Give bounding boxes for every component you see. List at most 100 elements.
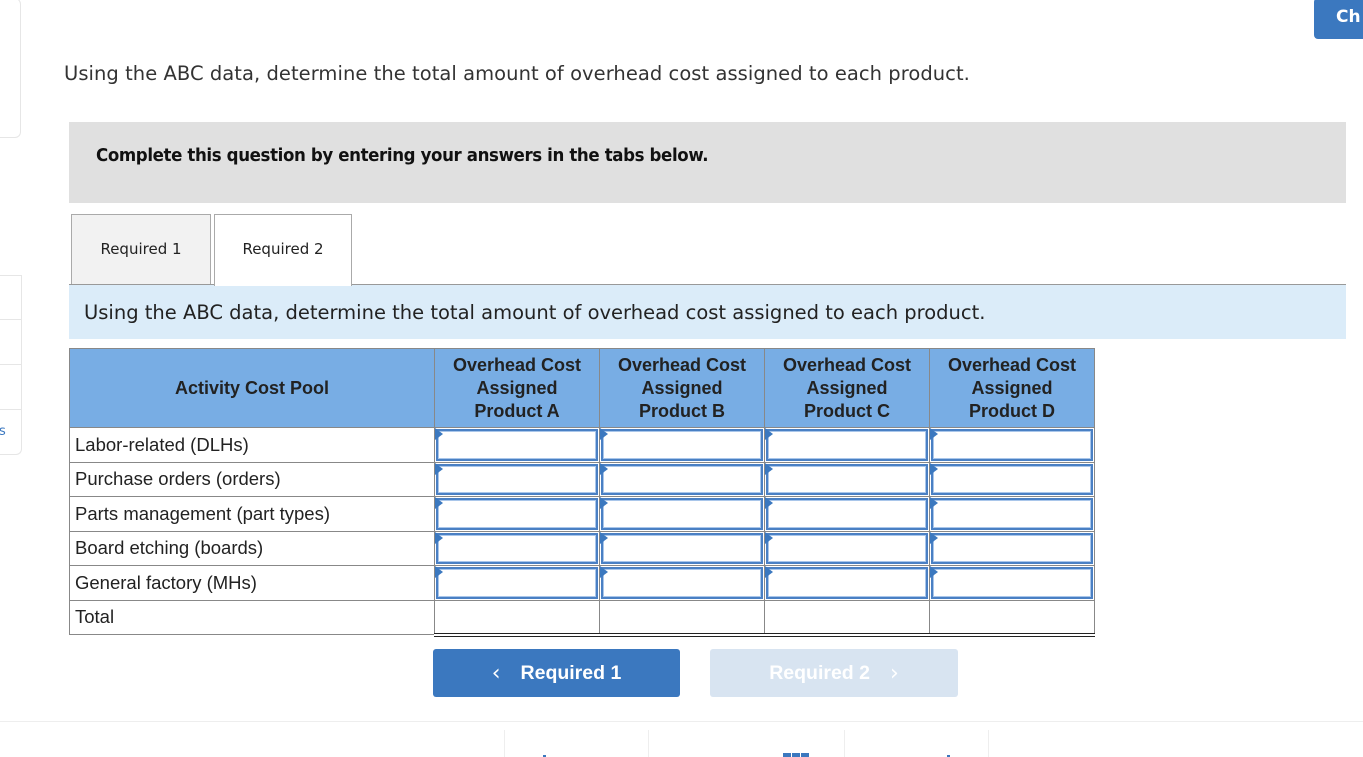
overhead-input-product-d[interactable]: [933, 431, 1091, 459]
left-panel-item[interactable]: [0, 320, 22, 365]
overhead-input-product-a[interactable]: [438, 569, 596, 597]
overhead-input-wrapper: [601, 567, 763, 599]
overhead-input-wrapper: [601, 532, 763, 564]
overhead-input-wrapper: [766, 498, 928, 530]
left-panel-item[interactable]: s: [0, 410, 22, 455]
input-flag-icon: [435, 566, 443, 578]
grid-icon[interactable]: [783, 753, 809, 757]
cost-pool-label: Purchase orders (orders): [69, 461, 435, 497]
overhead-input-product-b[interactable]: [603, 431, 761, 459]
overhead-cell: [599, 461, 765, 497]
input-flag-icon: [930, 566, 938, 578]
overhead-input-wrapper: [436, 532, 598, 564]
input-flag-icon: [600, 428, 608, 440]
overhead-input-product-d[interactable]: [933, 465, 1091, 493]
left-panel-item[interactable]: [0, 365, 22, 410]
overhead-cell: [764, 427, 930, 463]
input-flag-icon: [435, 497, 443, 509]
footer-separator: [844, 730, 845, 757]
overhead-cell: [434, 496, 600, 532]
overhead-input-wrapper: [766, 429, 928, 461]
table-row: Labor-related (DLHs): [69, 427, 1095, 463]
overhead-input-wrapper: [766, 532, 928, 564]
table-header-row: Activity Cost Pool Overhead Cost Assigned…: [69, 348, 1095, 428]
overhead-cell: [599, 427, 765, 463]
overhead-input-product-b[interactable]: [603, 569, 761, 597]
overhead-input-product-a[interactable]: [438, 431, 596, 459]
overhead-input-wrapper: [601, 498, 763, 530]
input-flag-icon: [600, 531, 608, 544]
input-flag-icon: [435, 531, 443, 544]
tab-required-1[interactable]: Required 1: [71, 214, 211, 284]
overhead-input-wrapper: [931, 567, 1093, 599]
question-text: Using the ABC data, determine the total …: [64, 62, 970, 85]
overhead-input-product-c[interactable]: [768, 569, 926, 597]
overhead-cell: [599, 565, 765, 601]
overhead-cell: [434, 427, 600, 463]
overhead-input-wrapper: [931, 498, 1093, 530]
overhead-input-wrapper: [931, 532, 1093, 564]
instructions-text: Complete this question by entering your …: [96, 146, 709, 166]
previous-required-1-button[interactable]: ‹ Required 1: [433, 649, 680, 697]
overhead-input-wrapper: [436, 463, 598, 495]
overhead-cell: [599, 530, 765, 566]
overhead-input-product-c[interactable]: [768, 534, 926, 562]
table-row: Purchase orders (orders): [69, 461, 1095, 497]
left-panel-item[interactable]: [0, 275, 22, 320]
input-flag-icon: [765, 497, 773, 509]
column-header-activity-cost-pool: Activity Cost Pool: [69, 348, 435, 428]
overhead-input-wrapper: [601, 463, 763, 495]
overhead-cell: [434, 530, 600, 566]
overhead-input-product-d[interactable]: [933, 500, 1091, 528]
overhead-input-wrapper: [436, 429, 598, 461]
input-flag-icon: [435, 462, 443, 475]
overhead-input-product-c[interactable]: [768, 431, 926, 459]
overhead-cell: [929, 496, 1095, 532]
overhead-input-product-b[interactable]: [603, 500, 761, 528]
previous-button-label: Required 1: [520, 661, 622, 684]
total-label: Total: [69, 599, 435, 635]
overhead-input-product-a[interactable]: [438, 534, 596, 562]
overhead-input-product-d[interactable]: [933, 569, 1091, 597]
overhead-input-wrapper: [931, 463, 1093, 495]
overhead-input-product-c[interactable]: [768, 500, 926, 528]
left-panel-card: [0, 0, 21, 138]
left-panel-nav: s: [0, 275, 22, 455]
check-my-work-button[interactable]: Ch: [1314, 0, 1363, 39]
next-required-2-button[interactable]: Required 2 ›: [710, 649, 958, 697]
overhead-input-product-a[interactable]: [438, 500, 596, 528]
column-header-product-a: Overhead Cost Assigned Product A: [434, 348, 600, 428]
overhead-cell: [434, 565, 600, 601]
total-value-product-d: [930, 601, 1094, 632]
footer-separator: [988, 730, 989, 757]
footer-separator: [504, 730, 505, 757]
overhead-input-product-a[interactable]: [438, 465, 596, 493]
tab-required-2[interactable]: Required 2: [214, 214, 352, 286]
overhead-input-wrapper: [766, 463, 928, 495]
overhead-input-wrapper: [436, 567, 598, 599]
overhead-cell: [929, 565, 1095, 601]
table-row-total: Total: [69, 599, 1095, 637]
overhead-input-product-d[interactable]: [933, 534, 1091, 562]
total-cell-product-d: [929, 599, 1095, 637]
table-row: General factory (MHs): [69, 565, 1095, 601]
total-cell-product-b: [599, 599, 765, 637]
overhead-input-product-b[interactable]: [603, 465, 761, 493]
instructions-banner: Complete this question by entering your …: [69, 122, 1346, 203]
total-cell-product-a: [434, 599, 600, 637]
sub-question-text: Using the ABC data, determine the total …: [84, 301, 986, 324]
overhead-cell: [764, 496, 930, 532]
overhead-input-wrapper: [931, 429, 1093, 461]
table-row: Board etching (boards): [69, 530, 1095, 566]
footer-divider: [0, 721, 1363, 722]
overhead-cell: [599, 496, 765, 532]
left-panel-item-label: s: [0, 424, 6, 439]
column-header-product-d: Overhead Cost Assigned Product D: [929, 348, 1095, 428]
input-flag-icon: [765, 531, 773, 544]
input-flag-icon: [930, 497, 938, 509]
overhead-input-wrapper: [436, 498, 598, 530]
overhead-input-product-b[interactable]: [603, 534, 761, 562]
chevron-left-icon: ‹: [491, 660, 501, 686]
footer-separator: [648, 730, 649, 757]
overhead-input-product-c[interactable]: [768, 465, 926, 493]
